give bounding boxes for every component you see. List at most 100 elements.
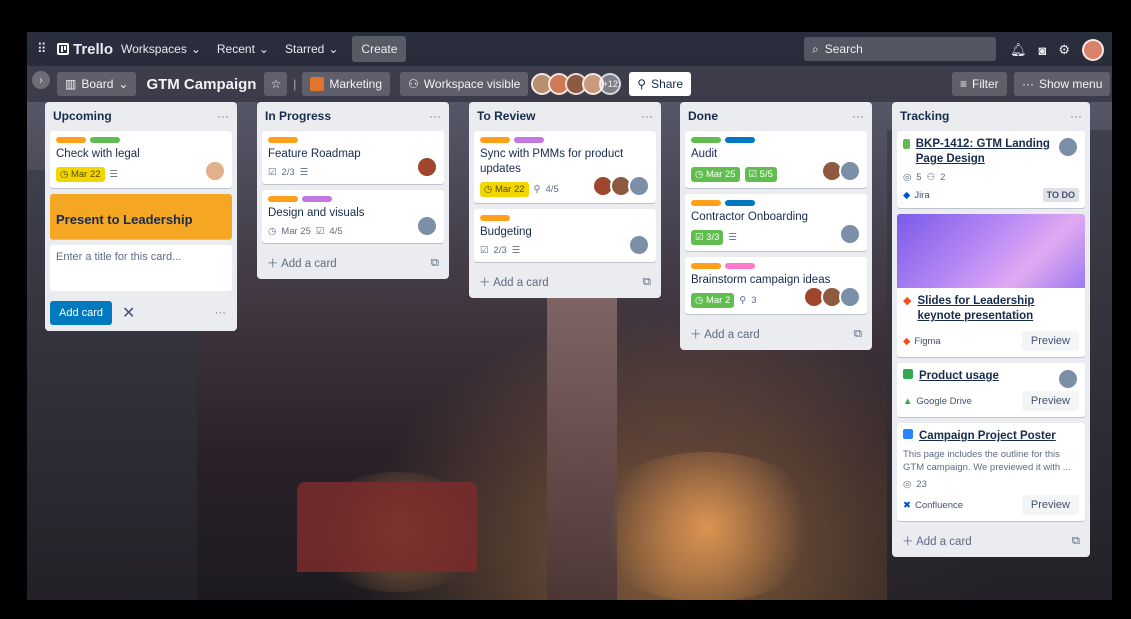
card[interactable]: Feature Roadmap ☑ 2/3 ☰ [262, 131, 444, 184]
card[interactable]: Check with legal ◷ Mar 22 ☰ [50, 131, 232, 188]
preview-button[interactable]: Preview [1021, 331, 1079, 351]
card-title[interactable]: BKP-1412: GTM Landing Page Design [916, 137, 1055, 167]
jira-issue-icon [903, 139, 910, 149]
card-label [691, 137, 721, 143]
due-date-badge: ◷ Mar 2 [691, 293, 735, 308]
checklist-badge: ☑ 5/5 [744, 167, 777, 182]
card-label [56, 137, 86, 143]
board-members[interactable]: +12 [531, 73, 622, 95]
card[interactable]: Design and visuals ◷ Mar 25 ☑ 4/5 [262, 190, 444, 243]
preview-button[interactable]: Preview [1021, 391, 1079, 411]
card-label [725, 137, 755, 143]
list-menu-icon[interactable]: ··· [852, 109, 864, 123]
card-title[interactable]: Slides for Leadership keynote presentati… [917, 294, 1079, 324]
board-header: › ▥ Board ⌄ GTM Campaign ☆ | Marketing ⚇ Wo… [27, 66, 1112, 102]
attachment-icon: ⚲ [739, 295, 747, 306]
list-menu-icon[interactable]: ··· [429, 109, 441, 123]
list-menu-icon[interactable]: ··· [641, 109, 653, 123]
trello-window: ⠿ Trello Workspaces ⌄ Recent ⌄ Starred ⌄ Cr… [27, 32, 1112, 600]
card-title: Contractor Onboarding [691, 211, 808, 223]
more-members-badge[interactable]: +12 [599, 73, 622, 95]
trello-logo-icon [57, 43, 69, 55]
card[interactable]: Audit ◷ Mar 25 ☑ 5/5 [685, 131, 867, 188]
list-title[interactable]: Tracking [900, 109, 949, 123]
card-label [480, 137, 510, 143]
members-icon: ⚇ [926, 172, 936, 183]
close-icon[interactable]: ✕ [122, 303, 135, 323]
search-input[interactable]: ⌕ Search [804, 37, 996, 61]
recent-menu[interactable]: Recent ⌄ [209, 36, 277, 62]
due-date-badge: ◷ Mar 25 [691, 167, 740, 182]
checklist-count: 4/5 [329, 226, 343, 237]
template-icon[interactable]: ⧉ [643, 276, 651, 289]
preview-button[interactable]: Preview [1021, 495, 1079, 515]
template-icon[interactable]: ⧉ [431, 257, 439, 270]
background-bus [297, 482, 477, 572]
trello-logo[interactable]: Trello [57, 41, 113, 58]
card-cover[interactable]: Present to Leadership [50, 194, 232, 239]
add-person-icon: ⚲ [637, 77, 647, 91]
card-title[interactable]: Campaign Project Poster [919, 429, 1056, 444]
add-card-button[interactable]: ＋ Add a card ⧉ [892, 527, 1090, 557]
description-icon: ☰ [728, 232, 737, 243]
add-card-button[interactable]: ＋ Add a card ⧉ [469, 268, 661, 298]
template-icon[interactable]: ⧉ [1072, 535, 1080, 548]
card[interactable]: Brainstorm campaign ideas ◷ Mar 2 ⚲ 3 [685, 257, 867, 314]
visibility-button[interactable]: ⚇ Workspace visible [400, 72, 529, 96]
info-icon[interactable]: ◙ [1038, 43, 1046, 58]
create-button[interactable]: Create [352, 36, 407, 62]
people-icon: ⚇ [408, 77, 419, 91]
card[interactable]: ◆ Slides for Leadership keynote presenta… [897, 214, 1085, 357]
composer-options-icon[interactable]: ··· [215, 307, 233, 319]
starred-menu[interactable]: Starred ⌄ [277, 36, 346, 62]
card-title-input[interactable]: Enter a title for this card... [50, 245, 232, 291]
due-date-text: Mar 25 [705, 169, 736, 180]
list-title[interactable]: Upcoming [53, 109, 112, 123]
composer-placeholder: Enter a title for this card... [56, 251, 182, 263]
card[interactable]: BKP-1412: GTM Landing Page Design ◎ 5 ⚇ 2 ◆… [897, 131, 1085, 208]
card-title[interactable]: Product usage [919, 369, 999, 384]
show-menu-button[interactable]: ··· Show menu [1014, 72, 1111, 96]
list-upcoming: Upcoming ··· Check with legal ◷ Mar 22 ☰ P… [45, 102, 237, 331]
board-view-switcher[interactable]: ▥ Board ⌄ [57, 72, 137, 96]
board-title[interactable]: GTM Campaign [146, 76, 256, 93]
share-button[interactable]: ⚲ Share [629, 72, 692, 96]
bell-icon[interactable]: 🔔︎ [1010, 42, 1027, 58]
chevron-down-icon: ⌄ [190, 42, 201, 56]
gear-icon[interactable]: ⚙ [1058, 42, 1070, 58]
checklist-icon: ☑ [315, 226, 325, 237]
description-icon: ☰ [511, 245, 521, 256]
star-button[interactable]: ☆ [264, 72, 288, 96]
due-date-badge: ◷ Mar 22 [56, 167, 105, 182]
template-icon[interactable]: ⧉ [854, 328, 862, 341]
add-card-button[interactable]: ＋ Add a card ⧉ [680, 320, 872, 350]
share-label: Share [651, 77, 684, 91]
list-title[interactable]: Done [688, 109, 718, 123]
card-label [691, 263, 721, 269]
card[interactable]: Product usage ▲ Google Drive Preview [897, 363, 1085, 417]
card[interactable]: Campaign Project Poster This page includ… [897, 423, 1085, 521]
comment-count: 23 [916, 479, 927, 490]
user-avatar[interactable] [1082, 39, 1104, 61]
add-card-button[interactable]: ＋ Add a card ⧉ [257, 249, 449, 279]
list-title[interactable]: To Review [477, 109, 535, 123]
card[interactable]: Budgeting ☑ 2/3 ☰ [474, 209, 656, 262]
list-menu-icon[interactable]: ··· [1070, 109, 1082, 123]
top-navigation-bar: ⠿ Trello Workspaces ⌄ Recent ⌄ Starred ⌄ Cr… [27, 32, 1112, 66]
card[interactable]: Sync with PMMs for product updates ◷ Mar… [474, 131, 656, 203]
card[interactable]: Contractor Onboarding ☑ 3/3 ☰ [685, 194, 867, 251]
list-title[interactable]: In Progress [265, 109, 331, 123]
card-label [90, 137, 120, 143]
starred-label: Starred [284, 42, 325, 56]
card-member-avatar [1057, 368, 1079, 390]
comment-icon: ◎ [903, 172, 912, 183]
list-menu-icon[interactable]: ··· [217, 109, 229, 123]
workspace-button[interactable]: Marketing [302, 72, 391, 96]
checklist-count: 2/3 [493, 245, 507, 256]
add-card-button[interactable]: Add card [50, 301, 113, 325]
chevron-right-icon[interactable]: › [32, 71, 50, 89]
visibility-label: Workspace visible [423, 77, 521, 91]
workspaces-menu[interactable]: Workspaces ⌄ [113, 36, 209, 62]
apps-grid-icon[interactable]: ⠿ [37, 41, 51, 57]
filter-button[interactable]: ≡ Filter [952, 72, 1007, 96]
